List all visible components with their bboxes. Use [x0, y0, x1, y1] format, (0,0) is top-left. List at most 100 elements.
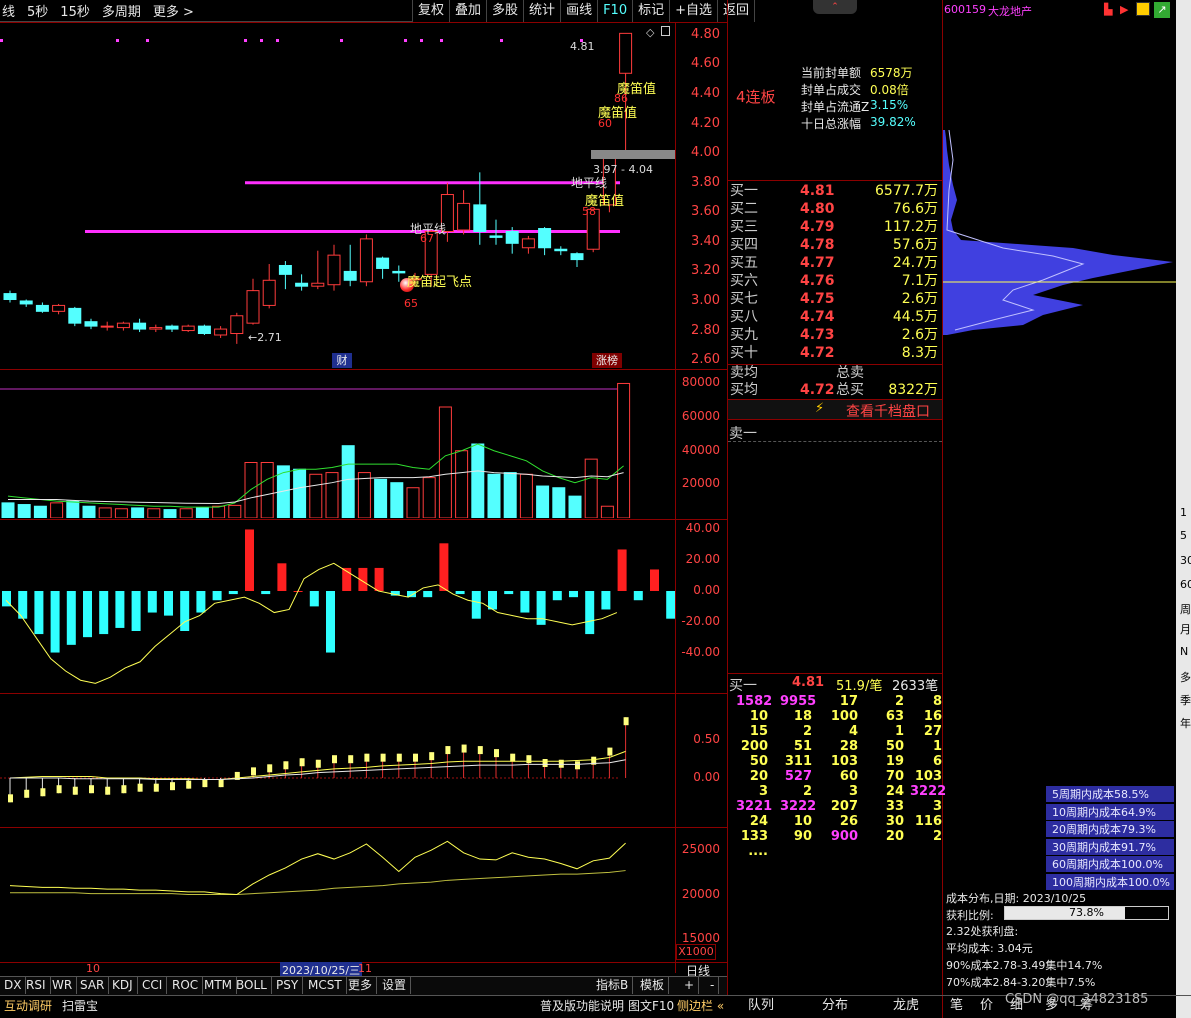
side-item[interactable]: 季 [1180, 692, 1191, 708]
avg-cost: 平均成本: 3.04元 [946, 942, 1033, 955]
side-item[interactable]: N [1180, 645, 1188, 658]
period-tab[interactable]: 多周期 [102, 1, 141, 20]
cost-period[interactable]: 20周期内成本79.3% [1046, 821, 1174, 838]
period-tab[interactable]: 15秒 [60, 1, 90, 20]
indicator-tab[interactable]: 模板 [636, 976, 670, 994]
candle-body [230, 315, 244, 335]
bottom-link[interactable]: 侧边栏 « [677, 996, 724, 1016]
indicator-tab[interactable]: 设置 [378, 976, 412, 994]
bottom-link[interactable]: 图文F10 [628, 996, 674, 1016]
volume-bar [260, 462, 274, 518]
toolbar-button[interactable]: F10 [598, 0, 634, 22]
panel-tab[interactable]: 龙虎 [893, 996, 919, 1016]
line-chart[interactable] [0, 828, 675, 961]
indicator-tab[interactable]: ROC [168, 976, 204, 994]
depth-link[interactable]: 查看千档盘口 [846, 401, 930, 421]
volume-bar [487, 473, 501, 518]
cost-70: 70%成本2.84-3.20集中7.5% [946, 976, 1096, 989]
volume-bar [455, 450, 469, 518]
warn-icon[interactable] [1136, 2, 1150, 16]
cost-period[interactable]: 60周期内成本100.0% [1046, 856, 1174, 873]
candle-body [473, 204, 487, 232]
queue-cell: 24 [749, 814, 768, 829]
indicator-tab[interactable]: 更多 [344, 976, 378, 994]
side-item[interactable]: 1 [1180, 506, 1187, 519]
indicator-tab[interactable]: WR [48, 976, 78, 994]
period-tab[interactable]: 5秒 [27, 1, 48, 20]
cost-tab[interactable]: 价 [980, 996, 993, 1016]
signal-icon[interactable]: ▙ [1104, 3, 1112, 16]
indicator-tab[interactable]: CCI [138, 976, 168, 994]
arrow-icon[interactable]: ↗ [1154, 2, 1170, 18]
price-tick: 4.60 [691, 56, 720, 72]
candle-body [619, 32, 633, 74]
bid-price: 4.80 [800, 201, 835, 217]
candle-body [554, 248, 568, 252]
kline-chart[interactable] [0, 23, 675, 369]
macd-bar [131, 591, 141, 631]
collapse-up-icon[interactable]: ⌃ [813, 0, 857, 14]
macd-bar [520, 591, 530, 613]
bottom-link[interactable]: 扫雷宝 [62, 996, 98, 1016]
macd-chart[interactable] [0, 520, 675, 692]
side-item[interactable]: 年 [1180, 715, 1191, 731]
toolbar-button[interactable]: 画线 [561, 0, 599, 22]
toolbar-button[interactable]: +自选 [670, 0, 719, 22]
indicator-tab[interactable]: SAR [76, 976, 110, 994]
cost-period[interactable]: 10周期内成本64.9% [1046, 803, 1174, 821]
function-toolbar: 复权 叠加 多股 统计 画线 F10 标记 +自选 返回 [412, 0, 756, 22]
toolbar-button[interactable]: 返回 [718, 0, 756, 22]
toolbar-button[interactable]: 标记 [633, 0, 671, 22]
volume-bar [406, 487, 420, 518]
period-tab[interactable]: 线 [2, 1, 15, 20]
indicator-tab[interactable]: MCST [304, 976, 347, 994]
finance-tag[interactable]: 财 [332, 353, 352, 368]
diamond-icon[interactable]: ◇ [646, 26, 654, 39]
cost-tab[interactable]: 笔 [950, 996, 963, 1016]
panel-toggle-icon[interactable] [661, 26, 670, 36]
x-label: 11 [358, 962, 372, 975]
toolbar-button[interactable]: 统计 [524, 0, 562, 22]
side-item[interactable]: 60 [1180, 578, 1191, 591]
cost-period[interactable]: 100周期内成本100.0% [1046, 873, 1174, 891]
indicator-tab[interactable]: PSY [272, 976, 304, 994]
side-item[interactable]: 多 [1180, 669, 1191, 685]
toolbar-button[interactable]: 多股 [487, 0, 525, 22]
cost-period[interactable]: 30周期内成本91.7% [1046, 838, 1174, 856]
indicator-tab[interactable]: + [680, 976, 700, 994]
cost-period[interactable]: 5周期内成本58.5% [1046, 786, 1174, 803]
bid-row: 买三 4.79 117.2万 [728, 218, 942, 236]
indicator-tab[interactable]: RSI [22, 976, 51, 994]
signal-dot [404, 39, 407, 42]
side-item[interactable]: 5 [1180, 529, 1187, 542]
indicator-tab[interactable]: KDJ [108, 976, 138, 994]
volume-chart[interactable] [0, 370, 675, 518]
queue-cell: 70 [885, 769, 904, 784]
side-item[interactable]: 周 [1180, 601, 1191, 617]
indicator-tab[interactable]: 指标B [592, 976, 634, 994]
stat-label: 当前封单额 [801, 66, 862, 80]
osc-mark [251, 767, 256, 776]
rank-tag[interactable]: 涨榜 [592, 353, 622, 368]
panel-tab[interactable]: 队列 [748, 996, 774, 1016]
toolbar-button[interactable]: 叠加 [450, 0, 488, 22]
side-item[interactable]: 30 [1180, 554, 1191, 567]
candle-body [100, 325, 114, 328]
indicator-tab[interactable]: - [706, 976, 720, 994]
queue-cell: 19 [885, 754, 904, 769]
period-tab[interactable]: 更多 > [153, 1, 194, 20]
osc-chart[interactable] [0, 694, 675, 826]
macd-bar [245, 529, 254, 591]
queue-per: 51.9/笔 [836, 679, 883, 694]
macd-bar [309, 591, 319, 607]
side-item[interactable]: 月 [1180, 621, 1191, 637]
bottom-link[interactable]: 普及版功能说明 [540, 996, 624, 1016]
annotation-num: 67 [420, 232, 434, 245]
flag-icon[interactable]: ▶ [1120, 3, 1128, 16]
bottom-link[interactable]: 互动调研 [4, 996, 52, 1016]
panel-tab[interactable]: 分布 [822, 996, 848, 1016]
macd-bar [552, 591, 562, 601]
macd-bar [212, 591, 222, 601]
indicator-tab[interactable]: BOLL [232, 976, 272, 994]
toolbar-button[interactable]: 复权 [413, 0, 451, 22]
